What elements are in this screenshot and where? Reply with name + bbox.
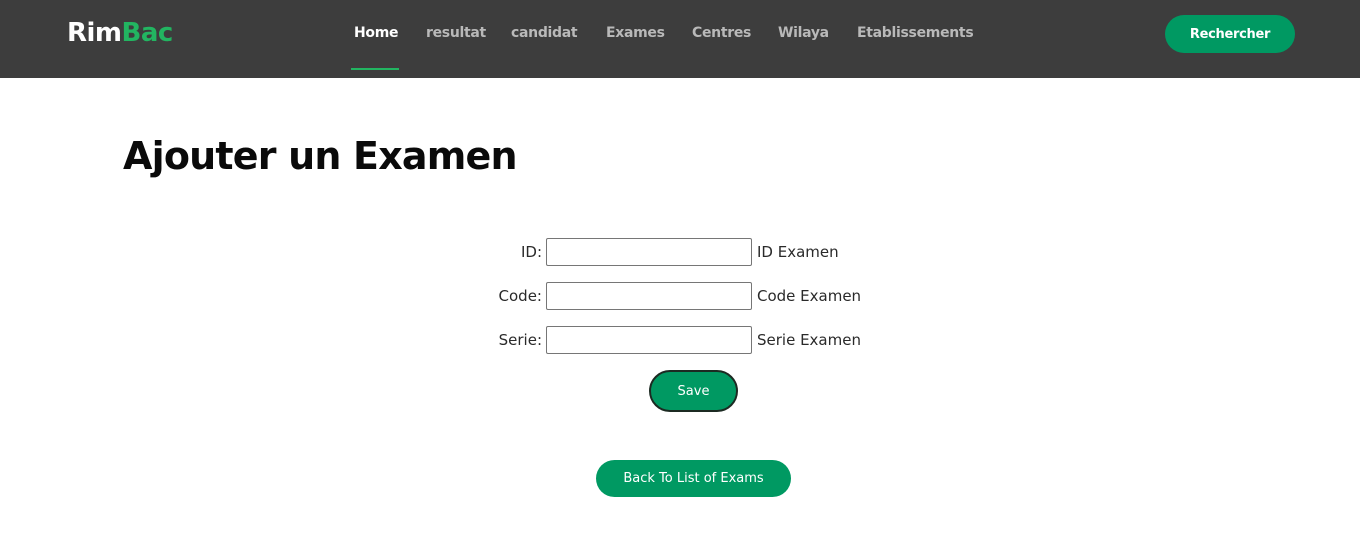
code-hint: Code Examen: [757, 287, 862, 305]
page-title: Ajouter un Examen: [123, 134, 518, 178]
save-button[interactable]: Save: [649, 370, 738, 412]
back-to-list-button[interactable]: Back To List of Exams: [596, 460, 791, 497]
nav-active-indicator: [351, 68, 399, 70]
nav-item-candidat[interactable]: candidat: [511, 25, 578, 41]
id-input[interactable]: [546, 238, 752, 266]
form-row-id: ID: ID Examen: [0, 238, 1360, 266]
nav-item-centres[interactable]: Centres: [692, 25, 751, 41]
nav-item-exames[interactable]: Exames: [606, 25, 665, 41]
serie-label: Serie:: [498, 331, 542, 349]
code-input[interactable]: [546, 282, 752, 310]
top-navbar: RimBac Home resultat candidat Exames Cen…: [0, 0, 1360, 78]
serie-input[interactable]: [546, 326, 752, 354]
main-nav: Home resultat candidat Exames Centres Wi…: [0, 0, 1360, 78]
nav-item-home[interactable]: Home: [354, 25, 399, 41]
form-row-code: Code: Code Examen: [0, 282, 1360, 310]
nav-item-etablissements[interactable]: Etablissements: [857, 25, 974, 41]
id-label: ID:: [520, 243, 542, 261]
code-label: Code:: [498, 287, 542, 305]
id-hint: ID Examen: [757, 243, 839, 261]
nav-item-resultat[interactable]: resultat: [426, 25, 486, 41]
search-button[interactable]: Rechercher: [1165, 15, 1295, 53]
serie-hint: Serie Examen: [757, 331, 861, 349]
nav-item-wilaya[interactable]: Wilaya: [778, 25, 829, 41]
form-row-serie: Serie: Serie Examen: [0, 326, 1360, 354]
